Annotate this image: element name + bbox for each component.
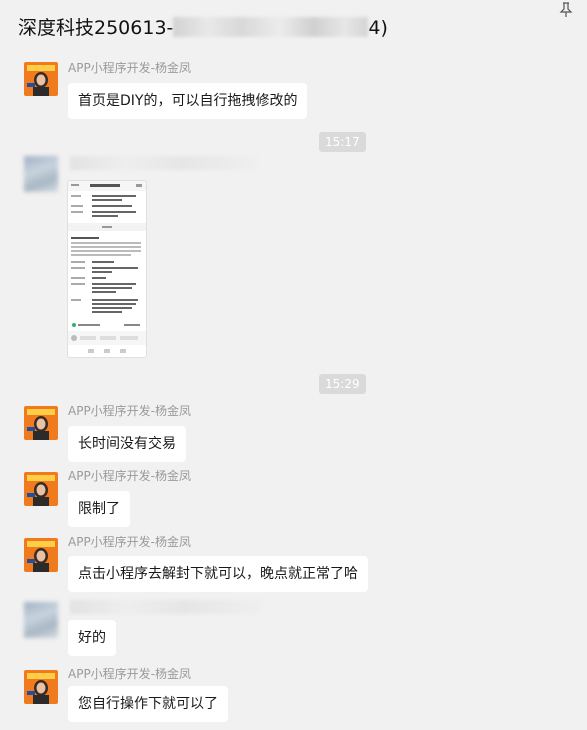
chat-title-suffix: 4) [368, 17, 388, 39]
image-message[interactable] [67, 180, 147, 358]
sender-avatar[interactable] [24, 670, 58, 704]
message-bubble[interactable]: 点击小程序去解封下就可以，晚点就正常了哈 [68, 556, 368, 592]
timestamp: 15:17 [319, 132, 366, 152]
message-bubble[interactable]: 好的 [68, 620, 116, 656]
message-bubble[interactable]: 限制了 [68, 491, 130, 527]
message-bubble[interactable]: 首页是DIY的，可以自行拖拽修改的 [68, 83, 308, 119]
chat-title-text: 深度科技250613- [18, 17, 174, 39]
redacted-avatar[interactable] [24, 602, 58, 638]
sender-name: APP小程序开发-杨金凤 [68, 61, 192, 75]
pin-icon[interactable] [559, 2, 573, 18]
redacted-title-segment [173, 17, 369, 37]
chat-title: 深度科技250613- 4) [18, 16, 388, 40]
redacted-sender-name [70, 156, 256, 170]
message-bubble[interactable]: 您自行操作下就可以了 [68, 686, 228, 722]
sender-name: APP小程序开发-杨金凤 [68, 404, 192, 418]
title-bar: 深度科技250613- 4) [0, 0, 587, 56]
redacted-avatar[interactable] [24, 156, 58, 192]
sender-avatar[interactable] [24, 406, 58, 440]
sender-avatar[interactable] [24, 62, 58, 96]
sender-avatar[interactable] [24, 538, 58, 572]
phone-screenshot-thumbnail [68, 181, 146, 353]
sender-name: APP小程序开发-杨金凤 [68, 667, 192, 681]
sender-name: APP小程序开发-杨金凤 [68, 469, 192, 483]
message-bubble[interactable]: 长时间没有交易 [68, 426, 186, 462]
timestamp: 15:29 [319, 374, 366, 394]
sender-avatar[interactable] [24, 472, 58, 506]
redacted-sender-name [70, 600, 262, 614]
sender-name: APP小程序开发-杨金凤 [68, 535, 192, 549]
